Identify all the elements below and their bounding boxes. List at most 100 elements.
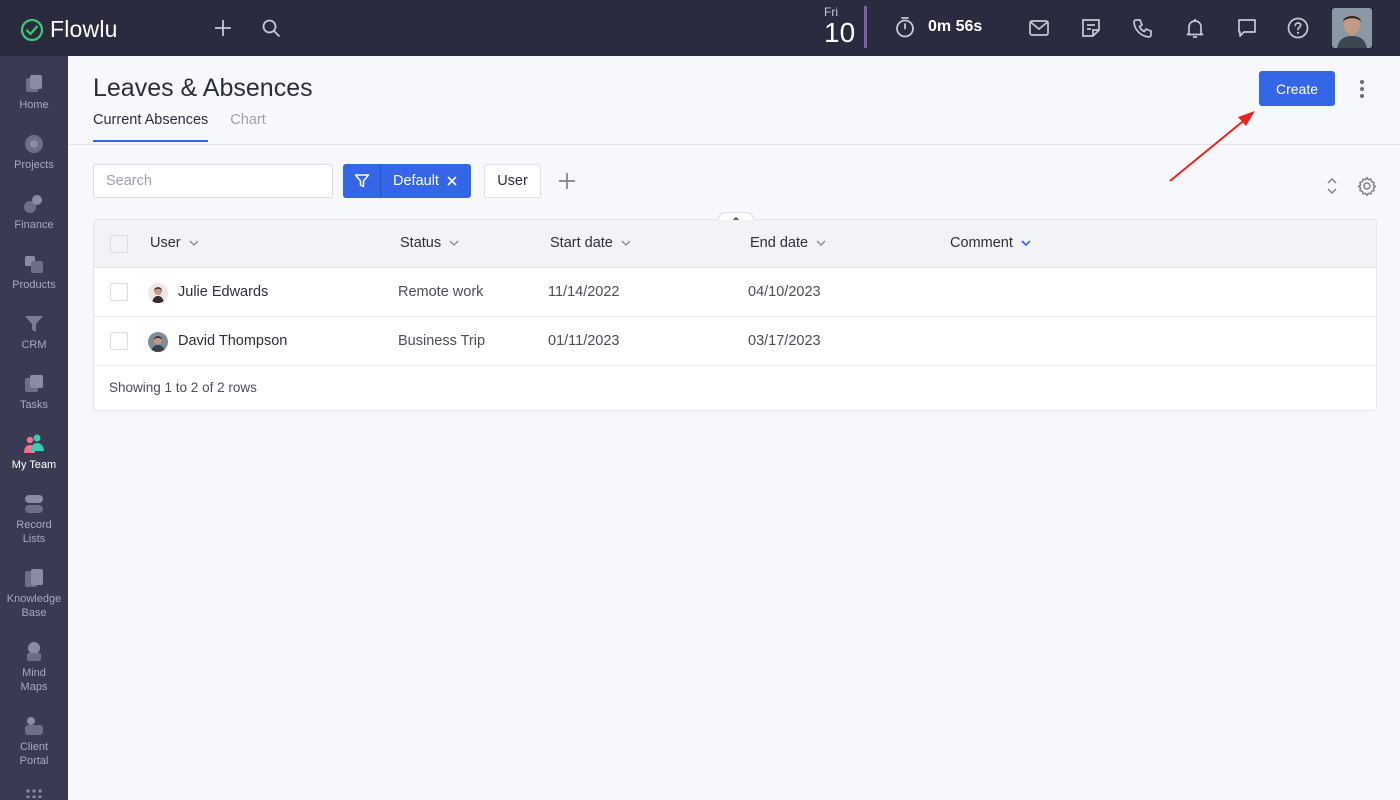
sidebar-item-tasks[interactable]: Tasks [0, 372, 68, 412]
sidebar-item-label: My Team [11, 459, 57, 471]
collapse-rows-icon[interactable] [1324, 176, 1340, 196]
filter-icon[interactable] [343, 164, 381, 198]
sidebar-item-label: CRM [21, 339, 47, 351]
date-day: 10 [824, 17, 856, 48]
sidebar-item-label: Client Portal [19, 741, 49, 767]
column-end-date[interactable]: End date [750, 235, 826, 251]
tabs: Current Absences Chart [93, 112, 266, 142]
products-icon [25, 256, 43, 273]
end-date-value: 03/17/2023 [748, 333, 821, 349]
add-icon[interactable] [211, 16, 235, 40]
main-content: Leaves & Absences Current Absences Chart… [68, 56, 1400, 800]
user-avatar[interactable] [1332, 8, 1372, 48]
search-input[interactable] [93, 164, 333, 198]
column-comment[interactable]: Comment [950, 235, 1031, 251]
sidebar-item-label: Finance [14, 219, 54, 231]
mind-maps-icon [27, 642, 41, 661]
chevron-down-icon [816, 240, 826, 246]
column-user-label: User [150, 235, 181, 251]
table-row[interactable]: David Thompson Business Trip 01/11/2023 … [94, 317, 1376, 366]
date-display[interactable]: Fri 10 [824, 5, 858, 47]
sidebar-item-products[interactable]: Products [0, 252, 68, 292]
user-name[interactable]: Julie Edwards [178, 284, 268, 300]
help-icon[interactable] [1286, 16, 1310, 40]
start-date-value: 01/11/2023 [548, 333, 620, 349]
sidebar-item-label: Tasks [19, 399, 49, 411]
logo-text: Flowlu [50, 16, 118, 42]
sidebar-item-label: Record Lists [16, 519, 52, 545]
tab-chart[interactable]: Chart [230, 112, 265, 142]
chevron-down-icon [621, 240, 631, 246]
table-row[interactable]: Julie Edwards Remote work 11/14/2022 04/… [94, 268, 1376, 317]
bell-icon[interactable] [1183, 16, 1207, 40]
status-value: Business Trip [398, 333, 486, 349]
tab-current-absences[interactable]: Current Absences [93, 112, 209, 142]
sidebar-item-label: Mind Maps [20, 667, 48, 693]
knowledge-base-icon [25, 569, 43, 587]
search-icon[interactable] [259, 16, 283, 40]
sidebar-item-home[interactable]: Home [0, 72, 68, 112]
top-bar: Flowlu Fri 10 0m 56s [0, 0, 1400, 56]
flowlu-logo[interactable]: Flowlu [20, 16, 118, 43]
tasks-icon [25, 375, 43, 392]
finance-icon [24, 195, 42, 213]
gear-icon[interactable] [1357, 176, 1377, 197]
record-lists-icon [25, 495, 43, 513]
close-icon[interactable] [447, 176, 457, 186]
sidebar-item-my-team[interactable]: My Team [0, 432, 68, 472]
header-divider [68, 144, 1400, 145]
column-start-date[interactable]: Start date [550, 235, 631, 251]
logo-check-icon [20, 18, 44, 41]
chevron-down-icon [1021, 240, 1031, 246]
notes-icon[interactable] [1079, 16, 1103, 40]
chevron-down-icon [449, 240, 459, 246]
end-date-value: 04/10/2023 [748, 284, 821, 300]
sidebar-item-label: Products [12, 279, 56, 291]
sidebar-item-mind-maps[interactable]: Mind Maps [0, 640, 68, 694]
phone-icon[interactable] [1131, 16, 1155, 40]
more-apps-icon [26, 789, 42, 798]
mail-icon[interactable] [1027, 16, 1051, 40]
sidebar-item-label: Knowledge Base [6, 593, 62, 619]
sidebar-item-finance[interactable]: Finance [0, 192, 68, 232]
column-start-date-label: Start date [550, 235, 613, 251]
more-options-icon[interactable] [1354, 78, 1370, 100]
column-status-label: Status [400, 235, 442, 251]
column-end-date-label: End date [750, 235, 809, 251]
sidebar-item-projects[interactable]: Projects [0, 132, 68, 172]
absences-table: User Status Start date End date Comment [93, 212, 1377, 411]
stopwatch-icon [896, 17, 914, 38]
client-portal-icon [25, 717, 43, 735]
sidebar-more[interactable] [0, 788, 68, 798]
sidebar-item-knowledge-base[interactable]: Knowledge Base [0, 566, 68, 620]
sidebar: Home Projects Finance Products CRM Tasks… [0, 56, 68, 800]
chevron-down-icon [189, 240, 199, 246]
crm-icon [25, 316, 43, 332]
create-button[interactable]: Create [1259, 71, 1335, 106]
sidebar-item-label: Home [19, 99, 49, 111]
filter-default-label: Default [393, 173, 439, 189]
start-date-value: 11/14/2022 [548, 284, 620, 300]
column-user[interactable]: User [150, 235, 199, 251]
user-filter-chip[interactable]: User [484, 164, 541, 198]
time-tracker[interactable]: 0m 56s [894, 16, 982, 38]
sidebar-item-client-portal[interactable]: Client Portal [0, 714, 68, 768]
page-title: Leaves & Absences [93, 74, 313, 102]
sidebar-item-record-lists[interactable]: Record Lists [0, 492, 68, 546]
projects-icon [25, 135, 43, 153]
sidebar-item-crm[interactable]: CRM [0, 312, 68, 352]
chat-icon[interactable] [1235, 16, 1259, 40]
pagination-info: Showing 1 to 2 of 2 rows [109, 380, 257, 395]
avatar [148, 332, 168, 352]
sidebar-item-label: Projects [14, 159, 54, 171]
table-header: User Status Start date End date Comment [94, 220, 1376, 268]
row-checkbox[interactable] [110, 332, 128, 350]
select-all-checkbox[interactable] [110, 235, 128, 253]
column-status[interactable]: Status [400, 235, 459, 251]
filter-default-chip[interactable]: Default [343, 164, 471, 198]
row-checkbox[interactable] [110, 283, 128, 301]
avatar [148, 283, 168, 303]
add-filter-icon[interactable] [557, 170, 577, 192]
user-name[interactable]: David Thompson [178, 333, 287, 349]
column-comment-label: Comment [950, 235, 1013, 251]
